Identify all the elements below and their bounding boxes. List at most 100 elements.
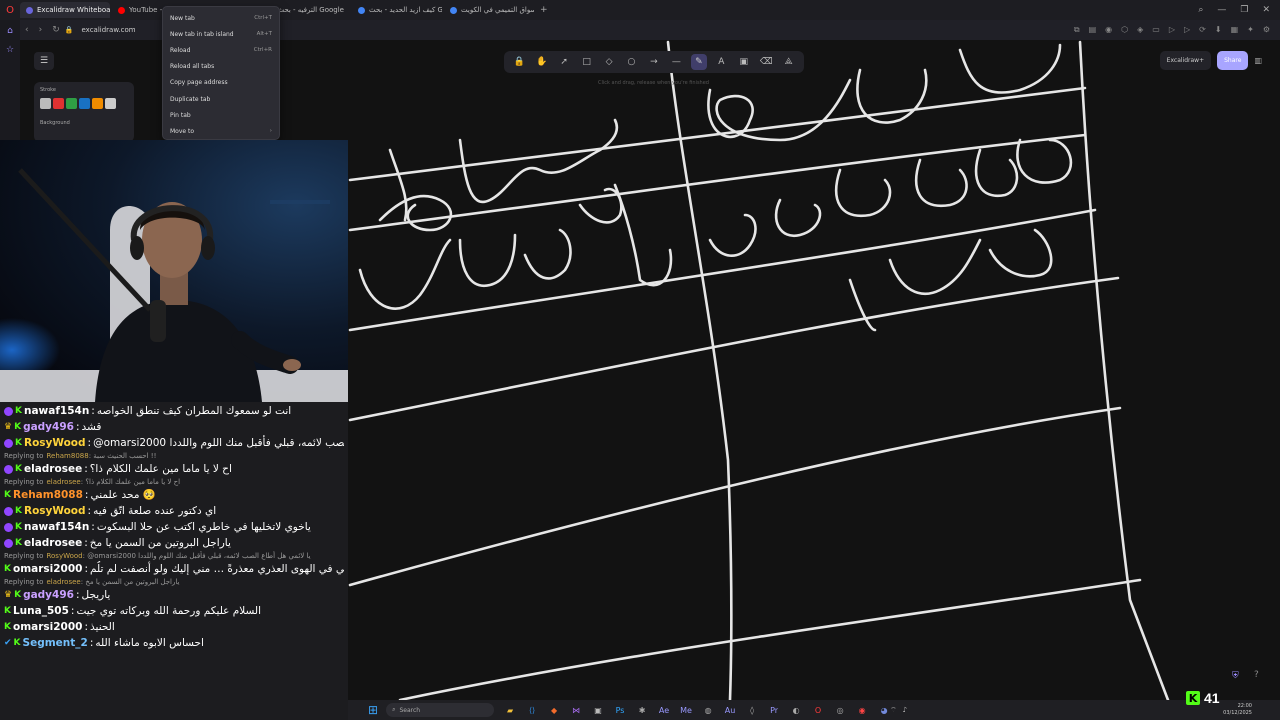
extension-icon[interactable]: ◉ <box>1105 25 1112 35</box>
premiere-icon[interactable]: Pr <box>768 706 780 715</box>
photoshop-icon[interactable]: Ps <box>614 706 626 715</box>
maximize-icon[interactable]: ❐ <box>1240 5 1248 15</box>
extension-icon[interactable]: ▦ <box>1231 25 1239 35</box>
extension-icon[interactable]: ⟳ <box>1199 25 1206 35</box>
chat-username[interactable]: omarsi2000 <box>13 561 83 577</box>
library-icon[interactable]: ▥ <box>1254 56 1262 65</box>
rectangle-icon[interactable]: □ <box>579 54 595 70</box>
reply-username[interactable]: Reham8088 <box>46 452 88 460</box>
after-effects-icon[interactable]: Ae <box>658 706 670 715</box>
vscode-icon[interactable]: ⟨⟩ <box>526 706 538 715</box>
extension-icon[interactable]: ▭ <box>1152 25 1160 35</box>
chat-username[interactable]: gady496 <box>23 419 74 435</box>
brave-icon[interactable]: ◆ <box>548 706 560 715</box>
search-tabs-icon[interactable]: ⌕ <box>1198 5 1203 15</box>
chat-username[interactable]: Luna_505 <box>13 603 69 619</box>
media-encoder-icon[interactable]: Me <box>680 706 692 715</box>
eraser-icon[interactable]: ⌫ <box>758 54 774 70</box>
app-icon[interactable]: ◊ <box>746 706 758 715</box>
extension-icon[interactable]: ▤ <box>1089 25 1097 35</box>
excalidraw-plus-button[interactable]: Excalidraw+ <box>1159 51 1212 70</box>
taskbar-search[interactable]: ⌕ Search <box>386 703 495 717</box>
context-menu-item[interactable]: Copy page address <box>163 75 279 91</box>
chat-username[interactable]: RosyWood <box>24 435 86 451</box>
extension-icon[interactable]: ▷ <box>1184 25 1190 35</box>
line-icon[interactable]: — <box>668 54 684 70</box>
chat-username[interactable]: eladrosee <box>24 535 82 551</box>
stroke-color-swatch[interactable] <box>66 98 77 109</box>
settings-icon[interactable]: ⚙ <box>1263 25 1270 35</box>
chat-username[interactable]: omarsi2000 <box>13 619 83 635</box>
browser-tab[interactable]: كيف ازيد الحديد - بحث Google <box>352 2 442 18</box>
image-icon[interactable]: ▣ <box>736 54 752 70</box>
stroke-color-swatch[interactable] <box>105 98 116 109</box>
audition-icon[interactable]: Au <box>724 706 736 715</box>
help-icon[interactable]: ? <box>1254 670 1259 680</box>
context-menu-item[interactable]: Reload all tabs <box>163 59 279 75</box>
extension-icon[interactable]: ◈ <box>1137 25 1143 35</box>
chat-username[interactable]: Reham8088 <box>13 487 83 503</box>
context-menu-item[interactable]: Duplicate tab <box>163 91 279 107</box>
reply-username[interactable]: eladrosee <box>46 578 80 586</box>
stroke-color-swatch[interactable] <box>79 98 90 109</box>
chat-username[interactable]: RosyWood <box>24 503 86 519</box>
taskbar-clock[interactable]: 22:00 03/12/2025 <box>1223 703 1280 717</box>
app-icon[interactable]: ✱ <box>636 706 648 715</box>
browser-tab[interactable]: Excalidraw Whiteboard <box>20 2 110 18</box>
ellipse-icon[interactable]: ○ <box>623 54 639 70</box>
chat-username[interactable]: gady496 <box>23 587 74 603</box>
lock-icon[interactable]: 🔒 <box>511 54 527 70</box>
extension-icon[interactable]: ⬇ <box>1215 25 1222 35</box>
reply-username[interactable]: RosyWood <box>46 552 82 560</box>
chat-username[interactable]: nawaf154n <box>24 519 89 535</box>
bookmarks-icon[interactable]: ☆ <box>6 45 14 55</box>
app-icon[interactable]: ◍ <box>702 706 714 715</box>
back-icon[interactable]: ‹ <box>25 25 29 35</box>
context-menu-item[interactable]: Reload Ctrl+R <box>163 42 279 58</box>
reload-icon[interactable]: ↻ <box>52 25 60 35</box>
opera-logo-icon[interactable]: O <box>0 5 20 16</box>
volume-icon[interactable]: ♪ <box>903 706 907 715</box>
extension-icon[interactable]: ▷ <box>1169 25 1175 35</box>
home-icon[interactable]: ⌂ <box>7 26 13 36</box>
text-icon[interactable]: A <box>713 54 729 70</box>
hamburger-menu-icon[interactable]: ☰ <box>34 52 54 70</box>
app-icon[interactable]: ◉ <box>856 706 868 715</box>
close-window-icon[interactable]: ✕ <box>1262 5 1270 15</box>
file-explorer-icon[interactable]: ▰ <box>504 706 516 715</box>
new-tab-plus-icon[interactable]: + <box>540 5 548 15</box>
minimize-icon[interactable]: — <box>1217 5 1226 15</box>
stroke-color-swatch[interactable] <box>92 98 103 109</box>
chat-username[interactable]: eladrosee <box>24 461 82 477</box>
forward-icon[interactable]: › <box>39 25 43 35</box>
chat-username[interactable]: nawaf154n <box>24 403 89 419</box>
pencil-icon[interactable]: ✎ <box>690 54 707 70</box>
reply-username[interactable]: eladrosee <box>46 478 80 486</box>
opera-icon[interactable]: O <box>812 706 824 715</box>
app-icon[interactable]: ▣ <box>592 706 604 715</box>
shield-icon[interactable]: ⛨ <box>1232 671 1239 681</box>
app-icon[interactable]: ◐ <box>790 706 802 715</box>
hand-icon[interactable]: ✋ <box>534 54 550 70</box>
selection-icon[interactable]: ➚ <box>556 54 572 70</box>
visual-studio-icon[interactable]: ⋈ <box>570 706 582 715</box>
shapes-icon[interactable]: ⟁ <box>781 54 797 70</box>
extension-icon[interactable]: ✦ <box>1247 25 1254 35</box>
stroke-color-swatch[interactable] <box>40 98 51 109</box>
windows-start-icon[interactable]: ⊞ <box>368 703 378 717</box>
url-field[interactable]: excalidraw.com <box>81 26 135 34</box>
wifi-icon[interactable]: ⌔ <box>890 706 897 715</box>
arrow-icon[interactable]: → <box>646 54 662 70</box>
context-menu-item[interactable]: New tab in tab island Alt+T <box>163 26 279 42</box>
chat-username[interactable]: Segment_2 <box>23 635 88 651</box>
context-menu-item[interactable]: Pin tab <box>163 107 279 123</box>
browser-tab[interactable]: اسواق التميمي في الكويت <box>444 2 534 18</box>
context-menu-item[interactable]: New tab Ctrl+T <box>163 10 279 26</box>
extension-icon[interactable]: ⧉ <box>1074 25 1080 35</box>
stroke-color-swatch[interactable] <box>53 98 64 109</box>
obs-icon[interactable]: ◎ <box>834 706 846 715</box>
share-button[interactable]: Share <box>1217 51 1249 70</box>
lock-site-icon[interactable]: 🔒 <box>65 26 74 34</box>
discord-icon[interactable]: ◕ <box>878 706 890 715</box>
diamond-icon[interactable]: ◇ <box>601 54 617 70</box>
